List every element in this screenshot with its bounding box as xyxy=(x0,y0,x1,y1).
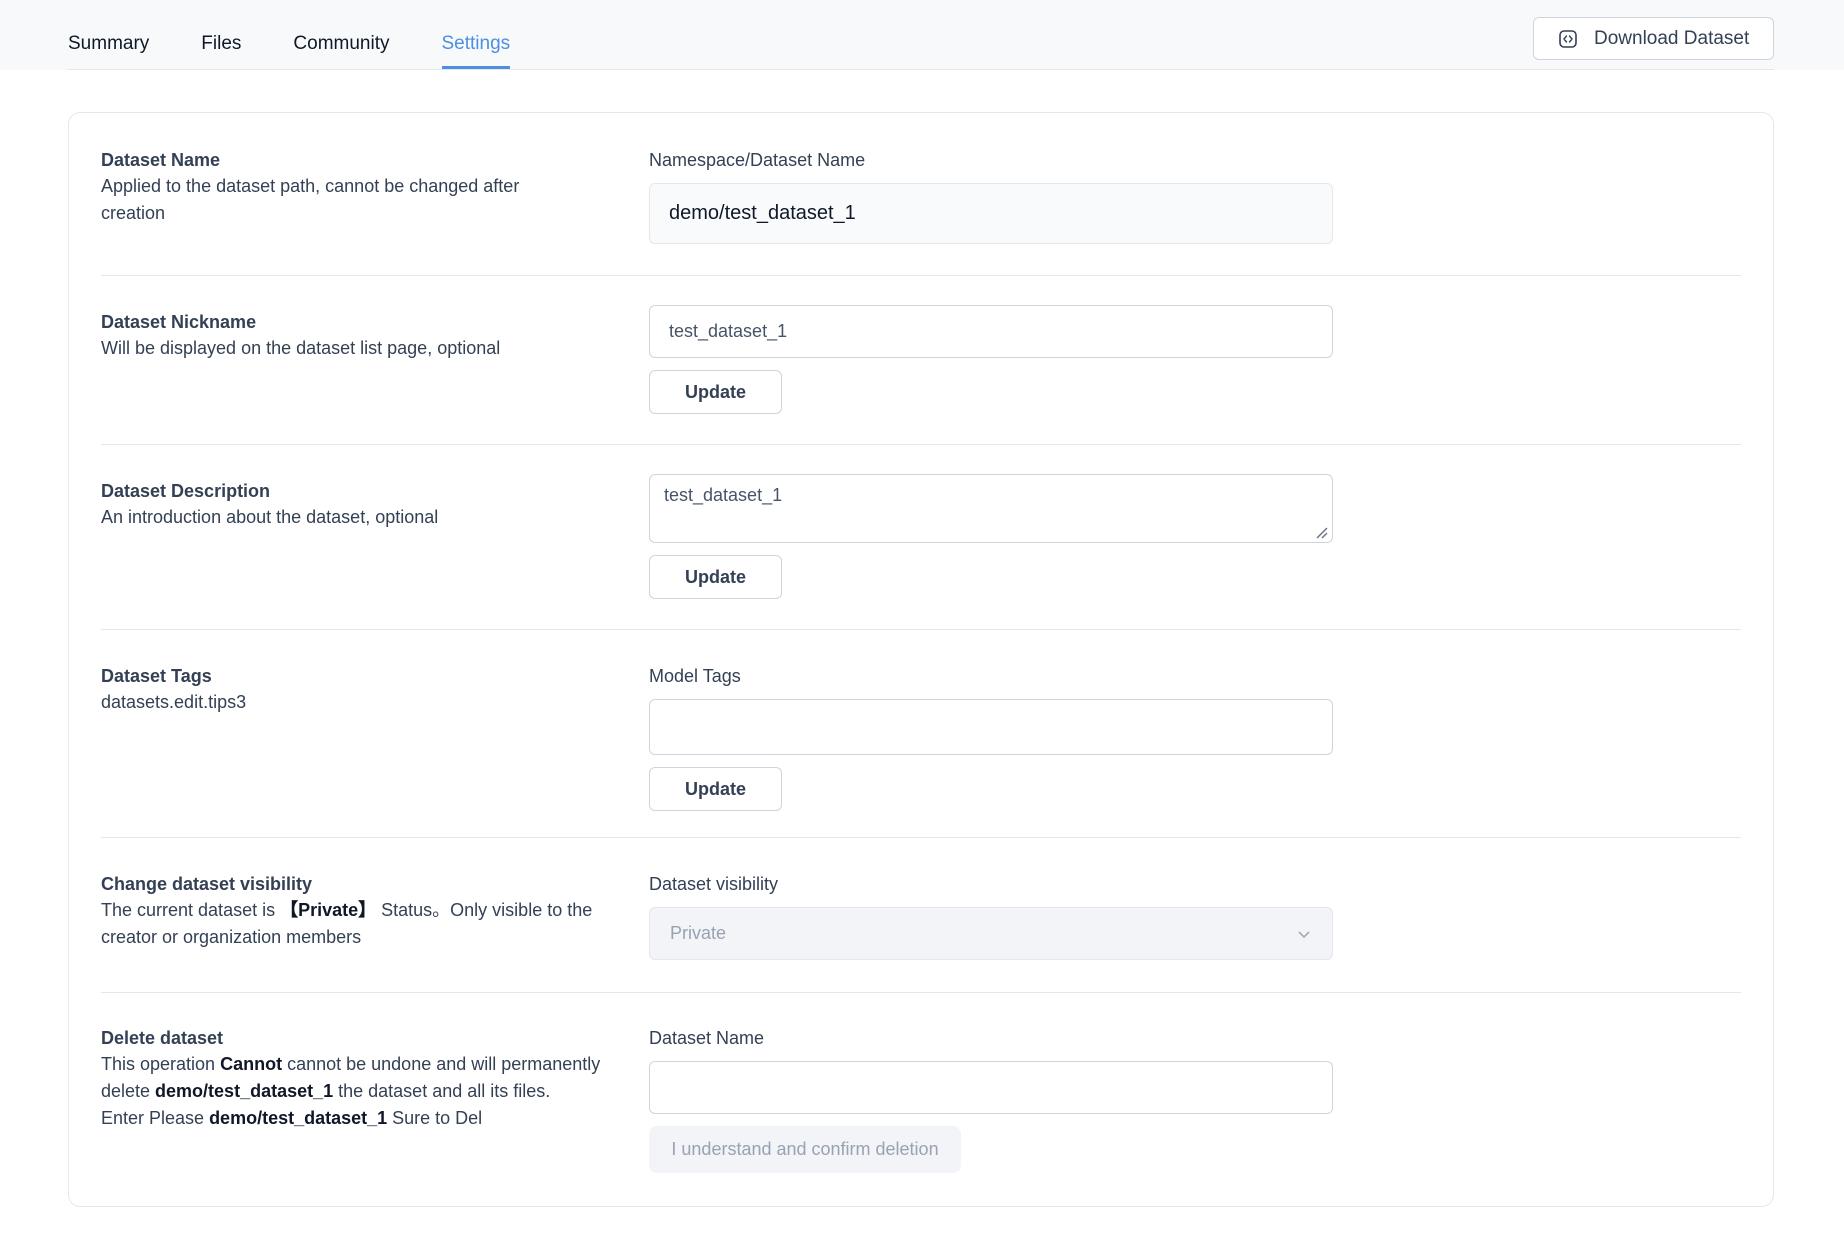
settings-card: Dataset Name Applied to the dataset path… xyxy=(68,112,1774,1207)
confirm-instruction: Enter Please demo/test_dataset_1 Sure to… xyxy=(101,1108,483,1128)
section-title: Dataset Nickname xyxy=(101,312,257,332)
delete-confirm-name-input[interactable] xyxy=(649,1061,1333,1114)
section-title: Dataset Tags xyxy=(101,666,212,686)
nickname-input[interactable]: test_dataset_1 xyxy=(649,305,1333,358)
section-description: This operation Cannot cannot be undone a… xyxy=(101,1054,601,1101)
divider xyxy=(101,275,1741,276)
field-label: Dataset visibility xyxy=(649,874,779,894)
dataset-name-readonly-field: demo/test_dataset_1 xyxy=(649,183,1333,244)
download-dataset-label: Download Dataset xyxy=(1594,27,1750,49)
update-tags-button[interactable]: Update xyxy=(649,767,782,811)
visibility-status: 【Private】 xyxy=(280,900,377,920)
divider xyxy=(101,629,1741,630)
section-description: Will be displayed on the dataset list pa… xyxy=(101,338,501,358)
resize-handle-icon[interactable] xyxy=(1314,525,1328,539)
chevron-down-icon xyxy=(1298,930,1310,938)
section-description: The current dataset is 【Private】 Status。… xyxy=(101,900,593,947)
description-text: test_dataset_1 xyxy=(664,485,783,505)
section-description: Applied to the dataset path, cannot be c… xyxy=(101,176,520,223)
divider xyxy=(101,992,1741,993)
tab-files[interactable]: Files xyxy=(201,33,241,69)
section-title: Dataset Name xyxy=(101,150,221,170)
download-dataset-button[interactable]: Download Dataset xyxy=(1533,17,1774,60)
section-title: Delete dataset xyxy=(101,1028,224,1048)
section-title: Change dataset visibility xyxy=(101,874,313,894)
section-description: datasets.edit.tips3 xyxy=(101,692,247,712)
visibility-selected-value: Private xyxy=(670,923,727,943)
tab-bar: Summary Files Community Settings xyxy=(68,0,1774,70)
confirm-delete-button[interactable]: I understand and confirm deletion xyxy=(649,1126,961,1173)
field-label: Namespace/Dataset Name xyxy=(649,150,866,170)
model-tags-input[interactable] xyxy=(649,699,1333,755)
visibility-select[interactable]: Private xyxy=(649,907,1333,960)
field-label: Model Tags xyxy=(649,666,741,686)
update-nickname-button[interactable]: Update xyxy=(649,370,782,414)
tab-summary[interactable]: Summary xyxy=(68,33,149,69)
update-description-button[interactable]: Update xyxy=(649,555,782,599)
section-description: An introduction about the dataset, optio… xyxy=(101,507,439,527)
description-textarea[interactable]: test_dataset_1 xyxy=(649,474,1333,543)
tab-community[interactable]: Community xyxy=(293,33,389,69)
field-label: Dataset Name xyxy=(649,1028,765,1048)
section-title: Dataset Description xyxy=(101,481,271,501)
divider xyxy=(101,444,1741,445)
tab-settings[interactable]: Settings xyxy=(441,33,511,69)
top-nav-bar: Summary Files Community Settings Downloa… xyxy=(0,0,1844,70)
divider xyxy=(101,837,1741,838)
code-icon xyxy=(1559,29,1577,48)
